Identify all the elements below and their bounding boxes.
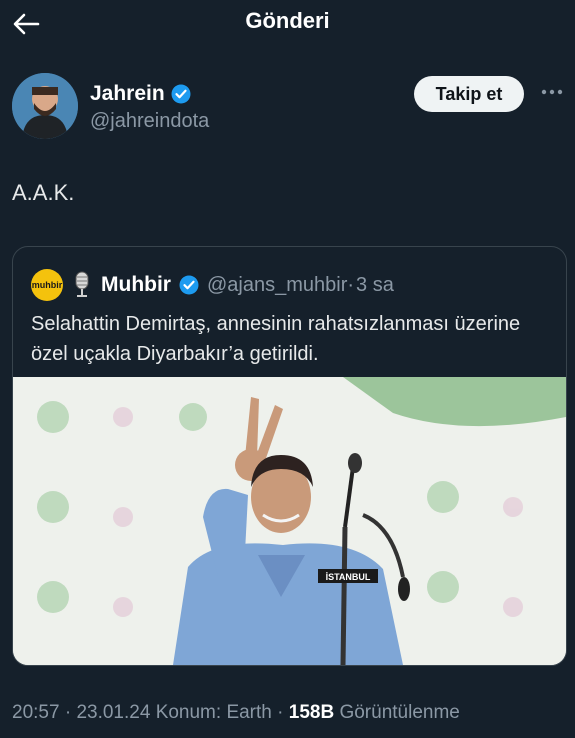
image-caption-label: İSTANBUL: [326, 572, 371, 582]
tweet-location: Konum: Earth: [155, 702, 272, 723]
separator-dot: ·: [64, 702, 72, 723]
author-name-text: Jahrein: [90, 82, 165, 105]
separator-dot: ·: [277, 702, 284, 723]
page-title: Gönderi: [245, 8, 330, 33]
author-name[interactable]: Jahrein: [90, 82, 191, 106]
more-options-button[interactable]: [537, 80, 567, 104]
quoted-tweet-header: muhbir Muhbir @ajans_muhbir · 3 sa: [31, 269, 394, 301]
author-handle[interactable]: @jahreindota: [90, 110, 209, 133]
quoted-tweet-image[interactable]: İSTANBUL: [13, 377, 566, 665]
separator-dot: ·: [347, 273, 355, 296]
verified-badge-icon: [179, 275, 199, 295]
quoted-author-name: Muhbir: [101, 273, 171, 296]
tweet-meta: 20:57 · 23.01.24 Konum: Earth · 158B Gör…: [12, 702, 460, 724]
top-bar: Gönderi: [0, 0, 575, 48]
avatar[interactable]: [12, 73, 78, 139]
quoted-tweet[interactable]: muhbir Muhbir @ajans_muhbir · 3 sa Selah…: [12, 246, 567, 666]
verified-badge-icon: [171, 84, 191, 104]
quoted-avatar[interactable]: muhbir: [31, 269, 63, 301]
tweet-time: 20:57: [12, 702, 60, 723]
follow-button[interactable]: Takip et: [414, 76, 524, 112]
tweet-text: A.A.K.: [12, 180, 75, 205]
more-dots-icon: [541, 89, 563, 95]
views-count: 158B: [288, 702, 335, 723]
microphone-icon: [71, 270, 93, 300]
quoted-timestamp: 3 sa: [356, 273, 394, 296]
tweet-date: 23.01.24: [76, 702, 151, 723]
quoted-author-handle: @ajans_muhbir: [206, 273, 348, 296]
views-label: Görüntülenme: [339, 702, 460, 723]
quoted-tweet-text: Selahattin Demirtaş, annesinin rahatsızl…: [31, 313, 521, 365]
